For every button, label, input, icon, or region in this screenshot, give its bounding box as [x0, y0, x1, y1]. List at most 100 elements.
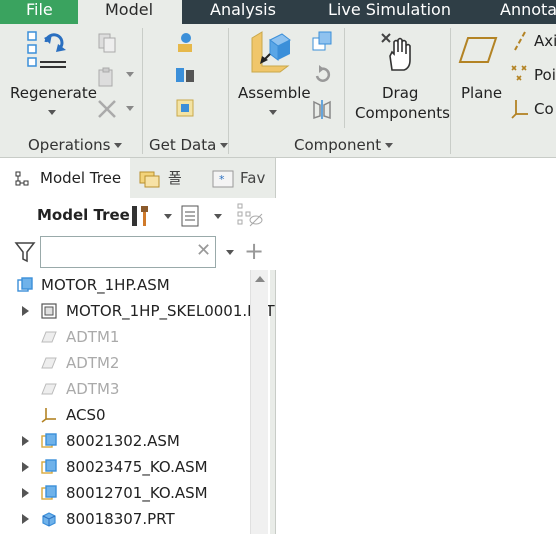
- tree-item[interactable]: 80018307.PRT: [0, 506, 250, 532]
- settings-list-icon[interactable]: [180, 204, 202, 228]
- copy-icon[interactable]: [96, 32, 118, 54]
- drag-hand-icon: [381, 33, 411, 71]
- regenerate-icon: [27, 31, 66, 68]
- tree-item[interactable]: MOTOR_1HP_SKEL0001.PRT: [0, 298, 275, 324]
- tab-analysis[interactable]: Analysis: [210, 0, 276, 24]
- filter-row: ✕ +: [0, 234, 276, 270]
- tools-icon[interactable]: [128, 204, 152, 228]
- point-label[interactable]: Poi: [534, 66, 556, 84]
- get-data-group-text: Get Data: [149, 136, 217, 154]
- delete-icon[interactable]: [96, 98, 118, 120]
- tree-item-label: MOTOR_1HP_SKEL0001.PRT: [66, 302, 275, 320]
- tree-scrollbar[interactable]: [250, 270, 268, 534]
- expand-arrow-icon[interactable]: [22, 306, 29, 316]
- tab-annotate[interactable]: Annota: [500, 0, 556, 24]
- tools-dropdown-icon[interactable]: [164, 214, 172, 219]
- coordinate-system-icon: [41, 408, 56, 423]
- datum-axis-icon[interactable]: [512, 30, 528, 52]
- tree-item-root[interactable]: MOTOR_1HP.ASM: [0, 272, 250, 298]
- tab-model[interactable]: Model: [78, 0, 182, 26]
- operations-group-label[interactable]: Operations: [28, 136, 123, 154]
- csys-label[interactable]: Co: [534, 100, 554, 118]
- plane-label[interactable]: Plane: [461, 84, 502, 102]
- settings-dropdown-icon[interactable]: [214, 214, 222, 219]
- tree-item[interactable]: 80012701_KO.ASM: [0, 480, 250, 506]
- component-group-text: Component: [294, 136, 382, 154]
- tree-item-label: ADTM2: [66, 354, 120, 372]
- component-group-label[interactable]: Component: [294, 136, 394, 154]
- regenerate-label[interactable]: Regenerate: [10, 84, 97, 102]
- navigator-panel: Model Tree 폴 * Fav Model Tree ✕ + MOTOR_…: [0, 158, 276, 534]
- assembly-icon: [17, 277, 33, 292]
- paste-icon[interactable]: [96, 66, 118, 88]
- drag-components-button[interactable]: [378, 30, 420, 74]
- create-component-icon[interactable]: [311, 30, 333, 54]
- folder-icon: [139, 171, 160, 188]
- tree-item[interactable]: ADTM1: [0, 324, 250, 350]
- model-tree-title: Model Tree: [37, 206, 130, 224]
- axis-label[interactable]: Axi: [534, 32, 556, 50]
- tree-item[interactable]: 80023475_KO.ASM: [0, 454, 250, 480]
- delete-dropdown-icon[interactable]: [126, 106, 134, 111]
- regenerate-button[interactable]: [24, 28, 72, 74]
- graphics-area[interactable]: [277, 158, 556, 534]
- expand-arrow-icon[interactable]: [22, 514, 29, 524]
- assemble-dropdown-icon[interactable]: [269, 110, 277, 115]
- tab-model-tree[interactable]: Model Tree: [0, 158, 130, 198]
- scroll-up-arrow-icon[interactable]: [255, 276, 265, 282]
- assemble-button[interactable]: [246, 30, 294, 76]
- regenerate-dropdown-icon[interactable]: [48, 110, 56, 115]
- tab-folder-browser[interactable]: 폴: [130, 158, 200, 198]
- add-filter-icon[interactable]: +: [244, 235, 264, 267]
- drag-components-label-line2[interactable]: Components: [355, 104, 450, 122]
- get-data-group-label[interactable]: Get Data: [149, 136, 229, 154]
- assembly-icon: [41, 485, 57, 500]
- tab-live-simulation[interactable]: Live Simulation: [328, 0, 451, 24]
- tree-item-label: ACS0: [66, 406, 106, 424]
- expand-arrow-icon[interactable]: [22, 488, 29, 498]
- operations-dropdown-icon: [114, 143, 123, 148]
- model-tree-header: Model Tree: [0, 198, 276, 234]
- mirror-component-icon[interactable]: [311, 98, 333, 120]
- tab-favorites[interactable]: * Fav: [202, 158, 276, 198]
- model-tree-icon: [15, 171, 29, 186]
- tree-item-label: 80021302.ASM: [66, 432, 180, 450]
- assemble-icon: [251, 31, 291, 73]
- shrinkwrap-icon[interactable]: [174, 96, 196, 120]
- user-defined-feature-icon[interactable]: [174, 30, 196, 54]
- model-tree-search-input[interactable]: [40, 236, 216, 268]
- ribbon: Regenerate Operations Get Data Assemble …: [0, 24, 556, 158]
- expand-arrow-icon[interactable]: [22, 436, 29, 446]
- tree-item-label: 80023475_KO.ASM: [66, 458, 208, 476]
- tree-item[interactable]: ADTM2: [0, 350, 250, 376]
- tab-favorites-label: Fav: [240, 169, 266, 187]
- svg-text:*: *: [219, 173, 225, 186]
- separator: [344, 28, 345, 128]
- tree-item[interactable]: ADTM3: [0, 376, 250, 402]
- datum-point-icon[interactable]: [510, 64, 530, 84]
- assembly-icon: [41, 433, 57, 448]
- coordinate-system-icon[interactable]: [510, 98, 530, 120]
- tree-item-label: MOTOR_1HP.ASM: [41, 276, 170, 294]
- tab-file[interactable]: File: [0, 0, 78, 24]
- search-dropdown-icon[interactable]: [226, 250, 234, 255]
- assemble-label[interactable]: Assemble: [238, 84, 311, 102]
- copy-geometry-icon[interactable]: [174, 64, 196, 86]
- repeat-icon[interactable]: [311, 64, 333, 86]
- expand-arrow-icon[interactable]: [22, 462, 29, 472]
- paste-dropdown-icon[interactable]: [126, 72, 134, 77]
- datum-plane-icon: [41, 383, 57, 395]
- assembly-icon: [41, 459, 57, 474]
- datum-plane-icon: [41, 357, 57, 369]
- show-hide-icon[interactable]: [236, 202, 264, 228]
- tree-item[interactable]: ACS0: [0, 402, 250, 428]
- tree-item-label: 80012701_KO.ASM: [66, 484, 208, 502]
- filter-icon[interactable]: [14, 240, 36, 264]
- tree-item[interactable]: 80021302.ASM: [0, 428, 250, 454]
- drag-components-label-line1[interactable]: Drag: [382, 84, 418, 102]
- tab-folder-label: 폴: [168, 169, 182, 187]
- plane-button[interactable]: [458, 34, 500, 68]
- separator: [228, 28, 229, 154]
- component-dropdown-icon: [385, 143, 394, 148]
- clear-search-icon[interactable]: ✕: [196, 240, 211, 261]
